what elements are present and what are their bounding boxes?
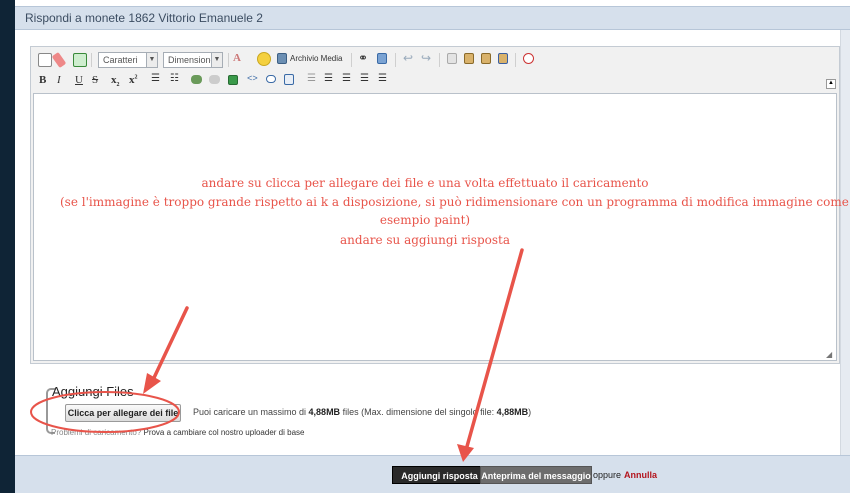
- upload-info-prefix: Puoi caricare un massimo di: [193, 407, 309, 417]
- message-body-editor[interactable]: ◢: [33, 93, 837, 361]
- eraser-icon[interactable]: [51, 51, 67, 69]
- font-size-value: Dimensione: [168, 55, 216, 65]
- code-icon[interactable]: <>: [247, 74, 258, 84]
- smiley-icon[interactable]: [257, 52, 271, 66]
- preview-message-button[interactable]: Anteprima del messaggio: [480, 466, 592, 484]
- spellcheck-icon[interactable]: [73, 53, 87, 67]
- quote-icon[interactable]: [266, 75, 276, 83]
- view-source-icon[interactable]: [38, 53, 52, 67]
- indent-icon[interactable]: ☰: [324, 73, 333, 84]
- upload-info-middle: files (Max. dimensione del singolo file:: [340, 407, 497, 417]
- paste-icon[interactable]: [464, 53, 474, 64]
- bulleted-list-icon[interactable]: ☰: [151, 73, 160, 84]
- unlink-icon[interactable]: [209, 75, 220, 84]
- bold-icon[interactable]: B: [39, 74, 46, 86]
- max-single-size: 4,88MB: [496, 407, 529, 417]
- align-right-icon[interactable]: ☰: [378, 73, 387, 84]
- media-archive-icon[interactable]: [277, 53, 287, 64]
- subscript-icon[interactable]: x2: [111, 74, 120, 88]
- replace-icon[interactable]: [377, 53, 387, 64]
- submit-reply-button[interactable]: Aggiungi risposta: [392, 466, 487, 484]
- annotation-line-3: esempio paint): [379, 213, 471, 227]
- toolbar-separator: [351, 53, 352, 67]
- remove-format-icon[interactable]: [523, 53, 534, 64]
- paste-word-icon[interactable]: [498, 53, 508, 64]
- underline-icon[interactable]: U: [75, 74, 83, 86]
- paste-text-icon[interactable]: [481, 53, 491, 64]
- media-archive-label[interactable]: Archivio Media: [290, 54, 342, 63]
- outdent-icon[interactable]: ☰: [307, 73, 316, 84]
- form-actions-bar: Aggiungi risposta Anteprima del messaggi…: [15, 455, 850, 493]
- toolbar-collapse-icon[interactable]: ▲: [826, 79, 836, 89]
- copy-icon[interactable]: [447, 53, 457, 64]
- font-family-value: Caratteri: [103, 55, 138, 65]
- chevron-down-icon: ▼: [211, 53, 222, 67]
- annotation-line-2: (se l'immagine è troppo grande rispetto …: [60, 195, 850, 209]
- toolbar-separator: [228, 53, 229, 67]
- toolbar-separator: [439, 53, 440, 67]
- annotation-line-4: andare su aggiungi risposta: [340, 233, 510, 247]
- form-title: Rispondi a monete 1862 Vittorio Emanuele…: [25, 11, 263, 25]
- align-left-icon[interactable]: ☰: [342, 73, 351, 84]
- chevron-down-icon: ▼: [146, 53, 157, 67]
- toolbar-separator: [515, 53, 516, 67]
- attachments-title: Aggiungi Files: [52, 384, 134, 399]
- upload-files-button[interactable]: Clicca per allegare dei file: [65, 404, 181, 422]
- strikethrough-icon[interactable]: S: [92, 74, 98, 86]
- editor-toolbar-row2: B I U S x2 x2 ☰ ☷ <> ☰ ☰ ☰ ☰ ☰: [31, 71, 839, 91]
- undo-icon[interactable]: ↩: [403, 51, 413, 66]
- or-text: oppure: [593, 470, 622, 480]
- basic-uploader-link[interactable]: Prova a cambiare col nostro uploader di …: [143, 428, 304, 437]
- image-icon[interactable]: [228, 75, 238, 85]
- font-color-icon[interactable]: A: [233, 52, 241, 64]
- redo-icon[interactable]: ↪: [421, 51, 431, 66]
- font-size-select[interactable]: Dimensione ▼: [163, 52, 223, 68]
- cancel-link[interactable]: Annulla: [624, 470, 657, 480]
- italic-icon[interactable]: I: [57, 74, 61, 86]
- form-title-bar: Rispondi a monete 1862 Vittorio Emanuele…: [15, 6, 850, 30]
- numbered-list-icon[interactable]: ☷: [170, 73, 179, 84]
- resize-handle-icon[interactable]: ◢: [826, 350, 834, 359]
- toolbar-separator: [91, 53, 92, 67]
- annotation-line-1: andare su clicca per allegare dei file e…: [201, 176, 649, 190]
- table-icon[interactable]: [284, 74, 294, 85]
- upload-problem-text: Problemi di caricamento?: [51, 428, 144, 437]
- upload-limits-info: Puoi caricare un massimo di 4,88MB files…: [193, 407, 531, 417]
- max-total-size: 4,88MB: [308, 407, 341, 417]
- superscript-icon[interactable]: x2: [129, 74, 138, 86]
- align-center-icon[interactable]: ☰: [360, 73, 369, 84]
- binoculars-icon[interactable]: ⚭: [358, 51, 368, 66]
- upload-info-suffix: ): [528, 407, 532, 417]
- toolbar-separator: [395, 53, 396, 67]
- link-icon[interactable]: [191, 75, 202, 84]
- editor-toolbar-row1: Caratteri ▼ Dimensione ▼ A Archivio Medi…: [31, 47, 839, 73]
- upload-problem-hint: Problemi di caricamento? Prova a cambiar…: [51, 428, 304, 437]
- font-family-select[interactable]: Caratteri ▼: [98, 52, 158, 68]
